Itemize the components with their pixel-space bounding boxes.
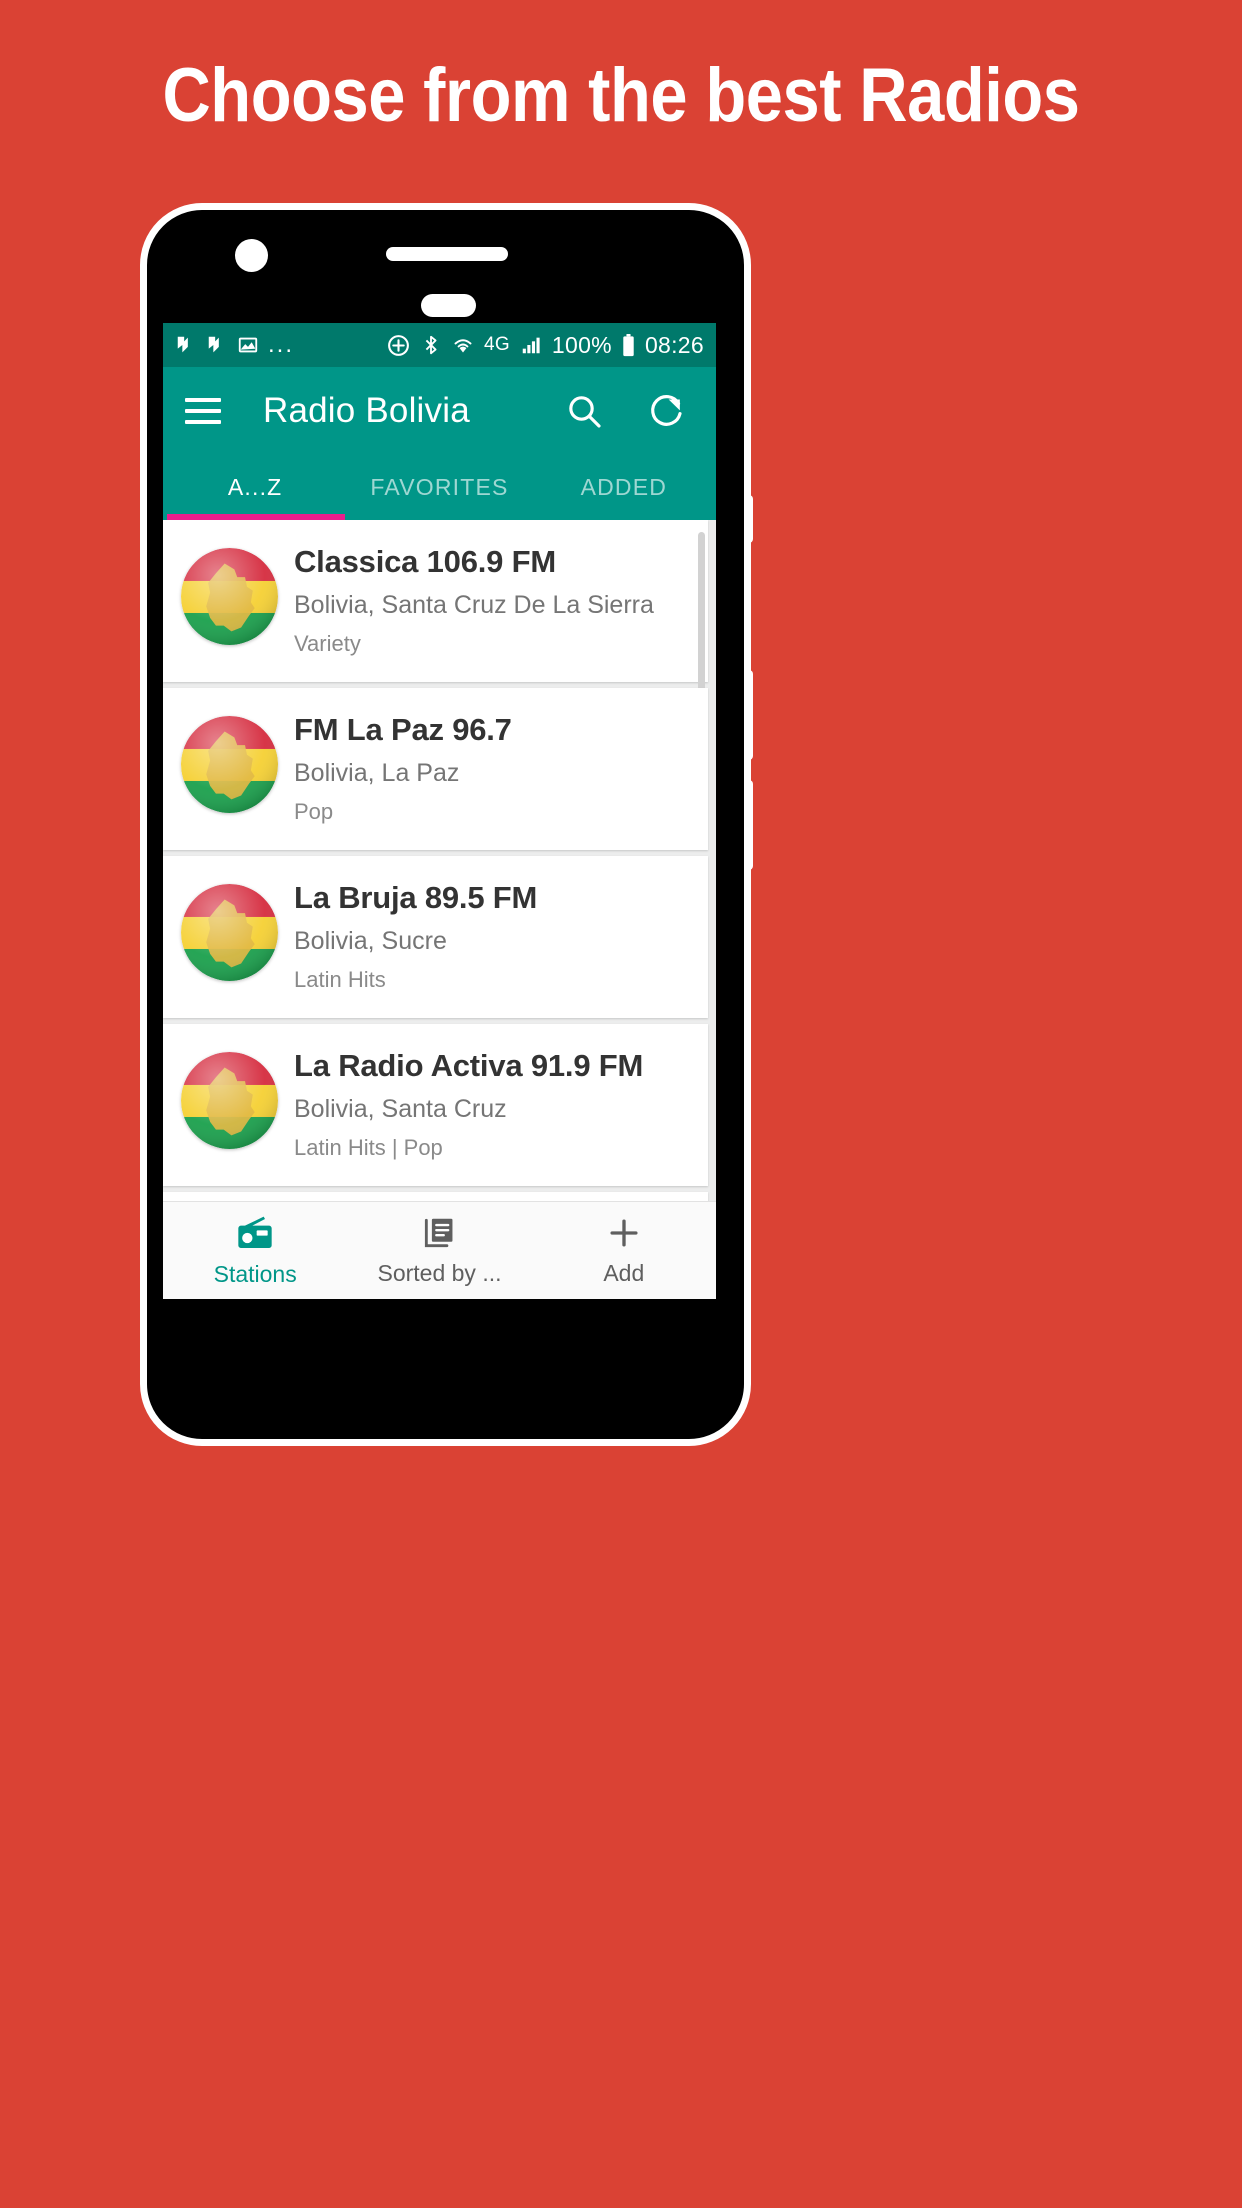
hamburger-menu-icon[interactable] bbox=[185, 398, 221, 424]
battery-percent-label: 100% bbox=[551, 331, 612, 358]
tab-a-z[interactable]: A...Z bbox=[163, 455, 347, 520]
list-document-icon bbox=[420, 1214, 458, 1252]
station-info: Classica 106.9 FM Bolivia, Santa Cruz De… bbox=[294, 542, 654, 657]
station-genre: Pop bbox=[294, 799, 334, 824]
phone-mockup: ... 4G 100% 08:26 Radio Bolivia A...Z FA… bbox=[140, 203, 753, 1446]
bottom-nav-add[interactable]: Add bbox=[532, 1202, 716, 1299]
clock-label: 08:26 bbox=[644, 331, 704, 358]
radio-icon bbox=[235, 1213, 275, 1253]
search-icon[interactable] bbox=[564, 391, 604, 431]
station-info: FM La Paz 96.7 Bolivia, La Paz Pop bbox=[294, 710, 512, 825]
music-note-notification-icon bbox=[206, 334, 228, 356]
status-bar-system-icons: 4G 100% 08:26 bbox=[386, 332, 704, 359]
plus-icon bbox=[605, 1214, 643, 1252]
phone-screen: ... 4G 100% 08:26 Radio Bolivia A...Z FA… bbox=[163, 323, 716, 1299]
tab-added[interactable]: ADDED bbox=[532, 455, 716, 520]
home-button bbox=[421, 294, 476, 317]
side-button-volume-up bbox=[744, 670, 753, 760]
bolivia-flag-icon bbox=[181, 884, 278, 981]
station-location: Bolivia, Santa Cruz De La Sierra bbox=[294, 591, 654, 619]
bottom-nav-label: Sorted by ... bbox=[377, 1260, 502, 1286]
page-title: Choose from the best Radios bbox=[162, 53, 1080, 138]
earpiece-speaker bbox=[386, 247, 508, 261]
station-info: La Radio Activa 91.9 FM Bolivia, Santa C… bbox=[294, 1046, 643, 1161]
station-location: Bolivia, Santa Cruz bbox=[294, 1095, 507, 1123]
tab-favorites[interactable]: FAVORITES bbox=[347, 455, 531, 520]
station-genre: Latin Hits | Pop bbox=[294, 1135, 443, 1160]
bottom-nav-stations[interactable]: Stations bbox=[163, 1202, 347, 1299]
list-item[interactable]: La Bruja 89.5 FM Bolivia, Sucre Latin Hi… bbox=[163, 856, 708, 1018]
image-notification-icon bbox=[237, 334, 259, 356]
promo-page: Choose from the best Radios ... 4G 100% … bbox=[0, 0, 1242, 2208]
bottom-nav-label: Add bbox=[603, 1260, 645, 1286]
side-button-volume-down bbox=[744, 780, 753, 870]
bottom-navigation: Stations Sorted by ... Add bbox=[163, 1201, 716, 1299]
station-genre: Latin Hits bbox=[294, 967, 386, 992]
station-name: FM La Paz 96.7 bbox=[294, 712, 512, 747]
side-button-power bbox=[744, 495, 753, 543]
signal-cellular-icon bbox=[519, 334, 543, 356]
list-item[interactable]: La Radio Activa 91.9 FM Bolivia, Santa C… bbox=[163, 1024, 708, 1186]
refresh-icon[interactable] bbox=[646, 391, 686, 431]
bottom-nav-sorted-by[interactable]: Sorted by ... bbox=[347, 1202, 531, 1299]
app-bar: Radio Bolivia bbox=[163, 367, 716, 455]
station-name: Classica 106.9 FM bbox=[294, 544, 556, 579]
battery-icon bbox=[621, 333, 636, 358]
list-item[interactable]: FM La Paz 96.7 Bolivia, La Paz Pop bbox=[163, 688, 708, 850]
app-bar-actions bbox=[564, 391, 694, 431]
list-item[interactable]: Classica 106.9 FM Bolivia, Santa Cruz De… bbox=[163, 520, 708, 742]
wifi-icon bbox=[451, 333, 475, 357]
station-info: La Bruja 89.5 FM Bolivia, Sucre Latin Hi… bbox=[294, 878, 537, 993]
music-note-notification-icon bbox=[175, 334, 197, 356]
status-bar-notifications: ... bbox=[175, 330, 386, 358]
status-bar: ... 4G 100% 08:26 bbox=[163, 323, 716, 367]
station-name: La Bruja 89.5 FM bbox=[294, 880, 538, 915]
front-camera-icon bbox=[235, 239, 268, 272]
bolivia-flag-icon bbox=[181, 716, 278, 813]
bluetooth-icon bbox=[420, 333, 442, 357]
station-list[interactable]: Classica 106.9 FM Bolivia, Santa Cruz De… bbox=[163, 520, 716, 1220]
station-name: La Radio Activa 91.9 FM bbox=[294, 1048, 644, 1083]
bolivia-flag-icon bbox=[181, 1052, 278, 1149]
network-type-label: 4G bbox=[483, 334, 510, 355]
status-overflow-dots: ... bbox=[268, 330, 295, 358]
bolivia-flag-icon bbox=[181, 548, 278, 645]
add-circle-icon bbox=[386, 333, 411, 358]
tab-bar: A...Z FAVORITES ADDED bbox=[163, 455, 716, 520]
station-location: Bolivia, La Paz bbox=[294, 759, 460, 787]
station-genre: Variety bbox=[294, 631, 361, 656]
app-title: Radio Bolivia bbox=[263, 391, 470, 430]
bottom-nav-label: Stations bbox=[213, 1261, 297, 1287]
station-location: Bolivia, Sucre bbox=[294, 927, 447, 955]
